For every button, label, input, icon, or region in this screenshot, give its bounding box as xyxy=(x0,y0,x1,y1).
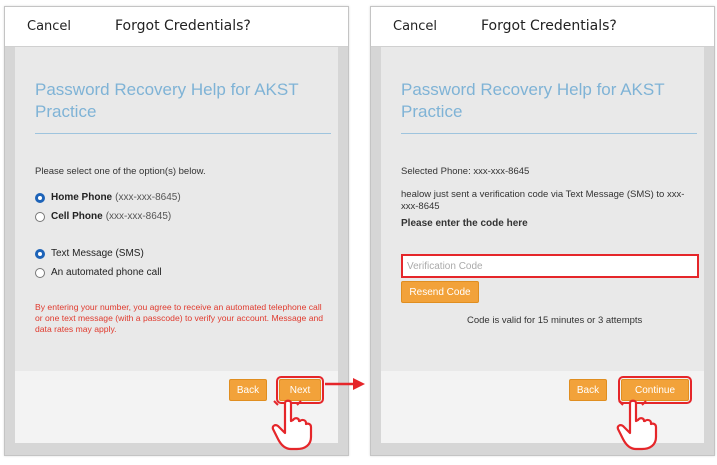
radio-unselected-icon xyxy=(35,211,45,222)
enter-code-instruction: Please enter the code here xyxy=(401,218,528,229)
cancel-button[interactable]: Cancel xyxy=(393,19,437,34)
radio-label: An automated phone call xyxy=(51,267,162,278)
code-sent-message: healow just sent a verification code via… xyxy=(401,189,685,212)
consent-disclaimer: By entering your number, you agree to re… xyxy=(35,302,324,334)
radio-label: Home Phone xyxy=(51,192,113,203)
heading-divider xyxy=(401,133,697,134)
resend-code-button[interactable]: Resend Code xyxy=(401,281,479,303)
select-prompt: Please select one of the option(s) below… xyxy=(35,166,206,177)
radio-phone-call[interactable]: An automated phone call xyxy=(35,267,162,278)
back-button[interactable]: Back xyxy=(229,379,267,401)
radio-selected-icon xyxy=(35,192,45,203)
pointing-hand-icon xyxy=(616,399,658,451)
topbar-title: Forgot Credentials? xyxy=(481,18,617,34)
continue-button[interactable]: Continue xyxy=(618,376,692,404)
radio-home-phone[interactable]: Home Phone (xxx-xxx-8645) xyxy=(35,192,181,203)
verification-code-input[interactable] xyxy=(401,254,699,278)
radio-label: Text Message (SMS) xyxy=(51,248,144,259)
radio-cell-phone[interactable]: Cell Phone (xxx-xxx-8645) xyxy=(35,211,171,222)
right-screen: Cancel Forgot Credentials? Password Reco… xyxy=(370,6,715,456)
topbar-title: Forgot Credentials? xyxy=(115,18,251,34)
verification-card: Password Recovery Help for AKST Practice… xyxy=(381,47,704,443)
page-heading: Password Recovery Help for AKST Practice xyxy=(401,80,665,121)
pointing-hand-icon xyxy=(271,399,313,451)
radio-detail: (xxx-xxx-8645) xyxy=(115,192,181,203)
radio-detail: (xxx-xxx-8645) xyxy=(105,211,172,222)
radio-selected-icon xyxy=(35,248,45,259)
back-button[interactable]: Back xyxy=(569,379,607,401)
right-arrow-icon xyxy=(325,378,365,390)
radio-text-message[interactable]: Text Message (SMS) xyxy=(35,248,144,259)
next-button[interactable]: Next xyxy=(276,376,324,404)
radio-unselected-icon xyxy=(35,267,45,278)
selected-phone-text: Selected Phone: xxx-xxx-8645 xyxy=(401,166,530,177)
radio-label: Cell Phone xyxy=(51,211,103,222)
recovery-card: Password Recovery Help for AKST Practice… xyxy=(15,47,338,443)
page-heading: Password Recovery Help for AKST Practice xyxy=(35,80,299,121)
left-screen: Cancel Forgot Credentials? Password Reco… xyxy=(4,6,349,456)
code-validity-note: Code is valid for 15 minutes or 3 attemp… xyxy=(467,315,643,326)
top-bar: Cancel Forgot Credentials? xyxy=(5,7,348,47)
heading-divider xyxy=(35,133,331,134)
cancel-button[interactable]: Cancel xyxy=(27,19,71,34)
top-bar: Cancel Forgot Credentials? xyxy=(371,7,714,47)
